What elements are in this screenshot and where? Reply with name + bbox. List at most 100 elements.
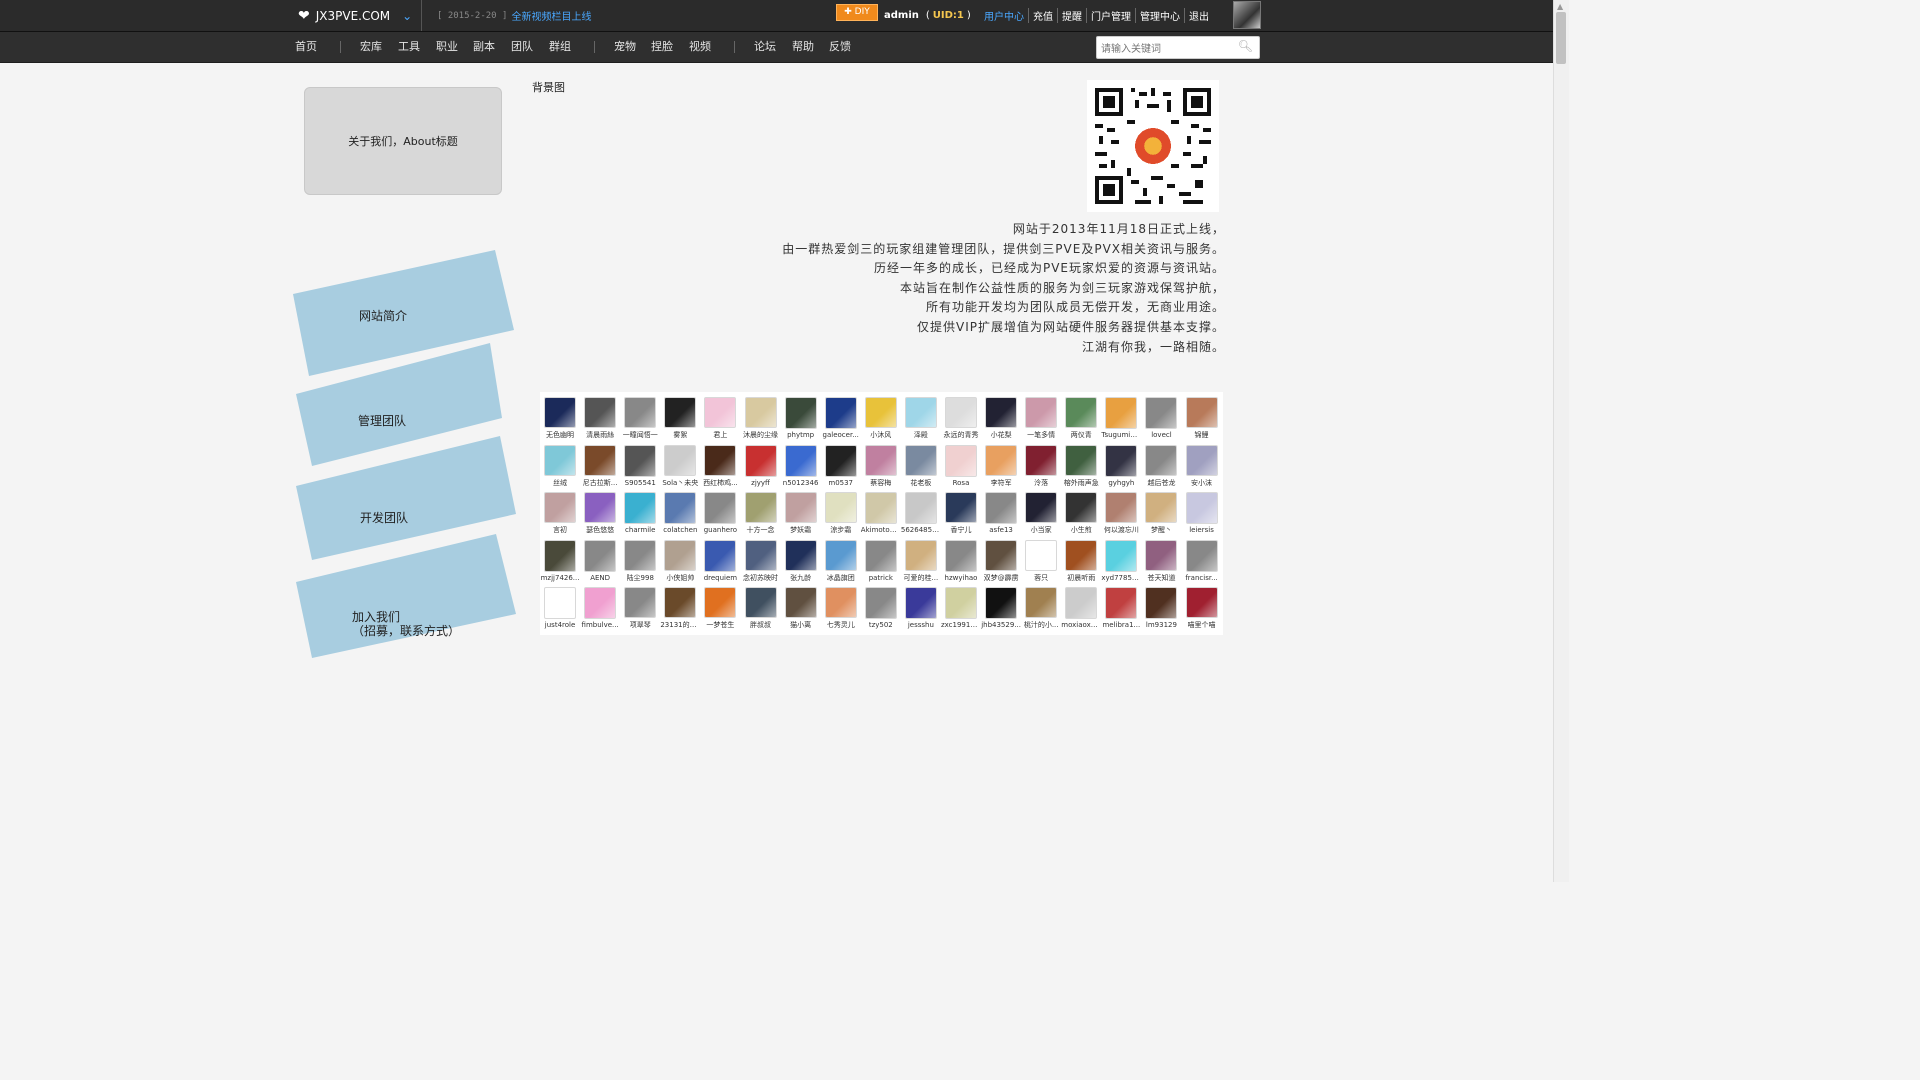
nav-face[interactable]: 捏脸: [651, 32, 673, 62]
member-name[interactable]: 小当家: [1021, 525, 1061, 535]
member-name[interactable]: AEND: [580, 574, 620, 582]
member-name[interactable]: patrick: [861, 574, 901, 582]
member-name[interactable]: Sola丶未央: [660, 478, 700, 488]
member-name[interactable]: colatchen: [660, 526, 700, 534]
member-name[interactable]: 清晨雨絲: [580, 430, 620, 440]
diy-button[interactable]: ✚ DIY: [836, 4, 878, 21]
member-avatar[interactable]: [1025, 587, 1058, 619]
member-item[interactable]: guanhero: [700, 487, 740, 535]
member-avatar[interactable]: [704, 587, 737, 619]
member-name[interactable]: 一瞳闻悟一: [620, 430, 660, 440]
member-name[interactable]: Tsugumi@...: [1101, 431, 1141, 439]
member-item[interactable]: 蓉只: [1021, 535, 1061, 583]
member-name[interactable]: 十方一念: [741, 525, 781, 535]
member-item[interactable]: Tsugumi@...: [1101, 392, 1141, 440]
member-item[interactable]: mzjj7426...: [540, 535, 580, 583]
nav-group[interactable]: 群组: [549, 32, 571, 62]
member-item[interactable]: 562648551: [901, 487, 941, 535]
member-name[interactable]: 双梦@霹雳: [981, 573, 1021, 583]
member-item[interactable]: 何以渡忘川: [1101, 487, 1141, 535]
member-avatar[interactable]: [544, 539, 577, 572]
member-avatar[interactable]: [664, 539, 697, 571]
nav-team[interactable]: 团队: [511, 32, 533, 62]
member-avatar[interactable]: [1145, 539, 1178, 571]
member-name[interactable]: 花老板: [901, 478, 941, 488]
member-item[interactable]: 清晨雨絲: [580, 392, 620, 440]
scrollbar[interactable]: ▲: [1553, 0, 1569, 882]
member-name[interactable]: 君上: [700, 430, 740, 440]
member-avatar[interactable]: [864, 492, 897, 525]
member-avatar[interactable]: [904, 397, 937, 428]
member-item[interactable]: 君上: [700, 392, 740, 440]
member-name[interactable]: galeocer...: [821, 431, 861, 439]
member-avatar[interactable]: [624, 492, 657, 525]
member-item[interactable]: 桃汁的小...: [1021, 582, 1061, 630]
member-avatar[interactable]: [1105, 444, 1138, 477]
member-item[interactable]: 涼步霜: [821, 487, 861, 535]
member-name[interactable]: 言初: [540, 525, 580, 535]
member-name[interactable]: 瑟色悠悠: [580, 525, 620, 535]
member-avatar[interactable]: [944, 539, 977, 572]
member-avatar[interactable]: [784, 539, 817, 571]
member-name[interactable]: tzy502: [861, 621, 901, 629]
chevron-down-icon[interactable]: ⌄: [402, 9, 412, 23]
member-item[interactable]: colatchen: [660, 487, 700, 535]
search-input[interactable]: [1097, 40, 1235, 59]
member-avatar[interactable]: [864, 587, 897, 620]
member-name[interactable]: 小沐风: [861, 430, 901, 440]
member-avatar[interactable]: [864, 397, 897, 428]
member-avatar[interactable]: [784, 587, 817, 619]
member-name[interactable]: lovecl: [1141, 431, 1181, 439]
member-avatar[interactable]: [824, 397, 857, 429]
member-avatar[interactable]: [1065, 492, 1098, 524]
member-name[interactable]: 丝绒: [540, 478, 580, 488]
member-item[interactable]: 张九龄: [781, 535, 821, 583]
member-item[interactable]: francisr...: [1182, 535, 1222, 583]
member-avatar[interactable]: [1185, 587, 1218, 619]
member-name[interactable]: 涼步霜: [821, 525, 861, 535]
member-avatar[interactable]: [1105, 587, 1138, 620]
member-name[interactable]: S905541: [620, 479, 660, 487]
member-item[interactable]: 小侠姐帅: [660, 535, 700, 583]
member-name[interactable]: mzjj7426...: [540, 574, 580, 582]
member-name[interactable]: 可爱的桂...: [901, 573, 941, 583]
member-avatar[interactable]: [944, 492, 977, 524]
news-link[interactable]: 全新视频栏目上线: [511, 8, 591, 23]
member-avatar[interactable]: [784, 444, 817, 477]
member-name[interactable]: 桃汁的小...: [1021, 620, 1061, 630]
member-name[interactable]: xyd77852...: [1101, 574, 1141, 582]
member-item[interactable]: 小生煎: [1061, 487, 1101, 535]
member-item[interactable]: xyd77852...: [1101, 535, 1141, 583]
member-item[interactable]: 七秀灵儿: [821, 582, 861, 630]
member-item[interactable]: moxiaoxu...: [1061, 582, 1101, 630]
member-name[interactable]: 无色幽明: [540, 430, 580, 440]
member-avatar[interactable]: [624, 587, 657, 619]
member-name[interactable]: 小侠姐帅: [660, 573, 700, 583]
member-name[interactable]: 张九龄: [781, 573, 821, 583]
search-icon[interactable]: 🔍︎: [1238, 39, 1253, 53]
member-name[interactable]: 何以渡忘川: [1101, 525, 1141, 535]
member-item[interactable]: drequiem: [700, 535, 740, 583]
member-item[interactable]: 蔡容梅: [861, 440, 901, 488]
member-name[interactable]: 泽殿: [901, 430, 941, 440]
member-name[interactable]: 西红柿鸡...: [700, 478, 740, 488]
member-name[interactable]: n5012346: [781, 479, 821, 487]
avatar[interactable]: [1233, 1, 1261, 29]
member-avatar[interactable]: [584, 444, 617, 476]
member-name[interactable]: 两仪青: [1061, 430, 1101, 440]
member-name[interactable]: 越后苍龙: [1141, 478, 1181, 488]
member-avatar[interactable]: [624, 444, 657, 477]
member-name[interactable]: 蔡容梅: [861, 478, 901, 488]
member-item[interactable]: 花老板: [901, 440, 941, 488]
member-item[interactable]: 丝绒: [540, 440, 580, 488]
member-avatar[interactable]: [1025, 397, 1058, 428]
member-item[interactable]: Rosa: [941, 440, 981, 488]
member-item[interactable]: 23131的3...: [660, 582, 700, 630]
member-avatar[interactable]: [985, 587, 1018, 620]
member-avatar[interactable]: [544, 444, 577, 476]
member-name[interactable]: 562648551: [901, 526, 941, 534]
member-name[interactable]: 项翠琴: [620, 620, 660, 630]
member-name[interactable]: asfe13: [981, 526, 1021, 534]
portal-admin-link[interactable]: 门户管理: [1086, 8, 1135, 23]
member-item[interactable]: gyhgyh: [1101, 440, 1141, 488]
